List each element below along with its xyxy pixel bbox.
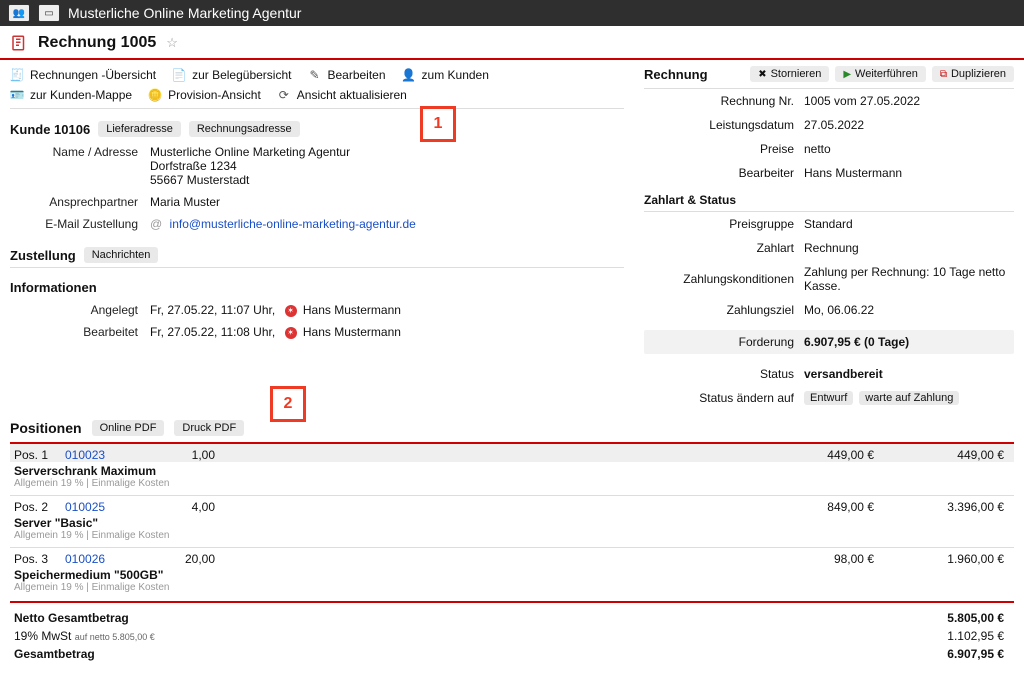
kv-editor: BearbeiterHans Mustermann: [644, 161, 1014, 185]
link-customer-folder[interactable]: 🪪 zur Kunden-Mappe: [10, 88, 132, 102]
user-badge-icon: ✶: [285, 305, 297, 317]
totals-block: Netto Gesamtbetrag5.805,00 € 19% MwSt au…: [10, 609, 1014, 663]
btn-duplicate-invoice[interactable]: ⧉Duplizieren: [932, 66, 1014, 82]
kv-edited: Bearbeitet Fr, 27.05.22, 11:08 Uhr, ✶ Ha…: [10, 321, 624, 343]
id-card-icon: 🪪: [10, 88, 24, 102]
link-refresh-view[interactable]: ⟳ Ansicht aktualisieren: [277, 88, 407, 102]
person-icon: 👤: [402, 68, 416, 82]
customer-email-link[interactable]: info@musterliche-online-marketing-agentu…: [170, 217, 416, 231]
topbar-title: Musterliche Online Marketing Agentur: [68, 5, 301, 21]
toolbar-row-2: 🪪 zur Kunden-Mappe 🪙 Provision-Ansicht ⟳…: [10, 86, 624, 108]
card-icon: ▭: [44, 8, 53, 19]
rc-heading-row: Rechnung ✖Stornieren ▶Weiterführen ⧉Dupl…: [644, 66, 1014, 88]
copy-icon: ⧉: [940, 69, 947, 80]
position-name: Serverschrank Maximum: [10, 462, 1014, 478]
pencil-icon: ✎: [307, 68, 321, 82]
kv-price-group: PreisgruppeStandard: [644, 212, 1014, 236]
position-name: Server "Basic": [10, 514, 1014, 530]
play-icon: ▶: [843, 69, 851, 80]
btn-continue-invoice[interactable]: ▶Weiterführen: [835, 66, 925, 82]
section-info: Informationen: [10, 274, 624, 299]
position-note: Allgemein 19 % | Einmalige Kosten: [10, 530, 1014, 547]
position-note: Allgemein 19 % | Einmalige Kosten: [10, 478, 1014, 495]
position-row: Pos. 3 010026 20,00 98,00 € 1.960,00 €: [10, 548, 1014, 566]
toolbar-row-1: 🧾 Rechnungen -Übersicht 📄 zur Belegübers…: [10, 66, 624, 86]
user-badge-icon: ✶: [285, 327, 297, 339]
pill-delivery-address[interactable]: Lieferadresse: [98, 121, 181, 137]
kv-name-address: Name / Adresse Musterliche Online Market…: [10, 141, 624, 191]
page-title: Rechnung 1005: [38, 34, 156, 52]
at-icon: @: [150, 217, 162, 231]
annotation-2: 2: [270, 386, 306, 422]
positions-heading-row: Positionen Online PDF Druck PDF: [10, 410, 1014, 440]
title-bar: Rechnung 1005 ☆: [0, 26, 1024, 60]
section-customer: Kunde 10106 Lieferadresse Rechnungsadres…: [10, 115, 624, 141]
customer-address-value: Musterliche Online Marketing Agentur Dor…: [150, 145, 624, 187]
pill-billing-address[interactable]: Rechnungsadresse: [189, 121, 300, 137]
topbar-card-button[interactable]: ▭: [38, 4, 60, 22]
subhead-payment-status: Zahlart & Status: [644, 185, 1014, 211]
link-edit[interactable]: ✎ Bearbeiten: [307, 68, 385, 82]
link-commission-view[interactable]: 🪙 Provision-Ansicht: [148, 88, 261, 102]
btn-cancel-invoice[interactable]: ✖Stornieren: [750, 66, 829, 82]
sku-link[interactable]: 010025: [65, 500, 105, 514]
customer-heading: Kunde 10106: [10, 122, 90, 137]
folder-icon: 📄: [172, 68, 186, 82]
positions-title: Positionen: [10, 420, 82, 436]
pill-messages[interactable]: Nachrichten: [84, 247, 159, 263]
position-name: Speichermedium "500GB": [10, 566, 1014, 582]
kv-prices: Preisenetto: [644, 137, 1014, 161]
kv-payment-type: ZahlartRechnung: [644, 236, 1014, 260]
position-note: Allgemein 19 % | Einmalige Kosten: [10, 582, 1014, 599]
sku-link[interactable]: 010026: [65, 552, 105, 566]
kv-payment-target: ZahlungszielMo, 06.06.22: [644, 298, 1014, 322]
sku-link[interactable]: 010023: [65, 448, 105, 462]
status-pill-wait-payment[interactable]: warte auf Zahlung: [859, 391, 959, 405]
pill-print-pdf[interactable]: Druck PDF: [174, 420, 244, 436]
position-row: Pos. 2 010025 4,00 849,00 € 3.396,00 €: [10, 496, 1014, 514]
kv-email: E-Mail Zustellung @ info@musterliche-onl…: [10, 213, 624, 235]
list-icon: 🧾: [10, 68, 24, 82]
annotation-1: 1: [420, 106, 456, 142]
link-document-overview[interactable]: 📄 zur Belegübersicht: [172, 68, 291, 82]
kv-status: Statusversandbereit: [644, 362, 1014, 386]
top-bar: 👥 ▭ Musterliche Online Marketing Agentur: [0, 0, 1024, 26]
position-row: Pos. 1 010023 1,00 449,00 € 449,00 €: [10, 444, 1014, 462]
invoice-icon: [10, 34, 28, 52]
kv-service-date: Leistungsdatum27.05.2022: [644, 113, 1014, 137]
status-pill-draft[interactable]: Entwurf: [804, 391, 853, 405]
kv-created: Angelegt Fr, 27.05.22, 11:07 Uhr, ✶ Hans…: [10, 299, 624, 321]
kv-contact: Ansprechpartner Maria Muster: [10, 191, 624, 213]
coins-icon: 🪙: [148, 88, 162, 102]
x-icon: ✖: [758, 69, 766, 80]
users-icon: 👥: [13, 8, 25, 19]
section-delivery: Zustellung Nachrichten: [10, 241, 624, 267]
topbar-users-button[interactable]: 👥: [8, 4, 30, 22]
kv-payment-conditions: ZahlungskonditionenZahlung per Rechnung:…: [644, 260, 1014, 298]
kv-invoice-nr: Rechnung Nr.1005 vom 27.05.2022: [644, 89, 1014, 113]
link-to-customer[interactable]: 👤 zum Kunden: [402, 68, 489, 82]
kv-status-change: Status ändern auf Entwurf warte auf Zahl…: [644, 386, 1014, 410]
link-invoices-overview[interactable]: 🧾 Rechnungen -Übersicht: [10, 68, 156, 82]
rc-title: Rechnung: [644, 67, 708, 82]
kv-claim: Forderung6.907,95 € (0 Tage): [644, 330, 1014, 354]
favorite-star-icon[interactable]: ☆: [166, 35, 178, 51]
refresh-icon: ⟳: [277, 88, 291, 102]
pill-online-pdf[interactable]: Online PDF: [92, 420, 165, 436]
